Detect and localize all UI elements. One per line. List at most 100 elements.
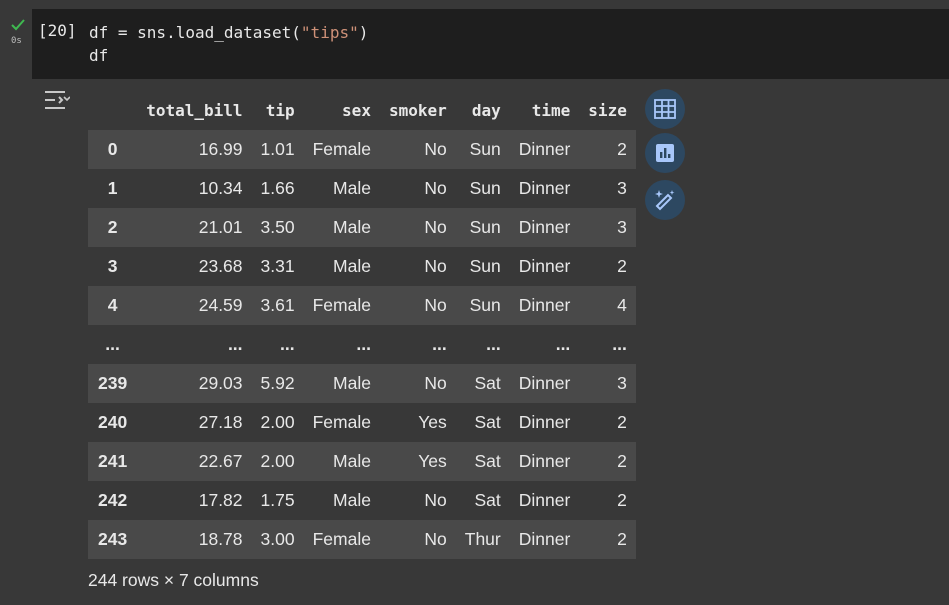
table-cell: ... bbox=[555, 334, 571, 354]
table-cell: 2 bbox=[617, 256, 627, 276]
row-index-cell: 241 bbox=[98, 451, 128, 471]
column-header: total_bill bbox=[137, 91, 252, 130]
table-cell: 10.34 bbox=[198, 178, 243, 198]
table-cell: 23.68 bbox=[198, 256, 243, 276]
table-cell: 1.75 bbox=[260, 490, 295, 510]
table-cell: Sat bbox=[474, 490, 501, 510]
code-line-1-post: ) bbox=[358, 23, 369, 42]
table-row: 242 17.82 1.75 Male No Sat Dinner 2 bbox=[88, 481, 636, 520]
table-cell: Male bbox=[333, 373, 371, 393]
table-cell: Sun bbox=[469, 295, 501, 315]
table-cell: Sun bbox=[469, 178, 501, 198]
table-cell: 1.01 bbox=[260, 139, 295, 159]
column-header: day bbox=[455, 91, 510, 130]
table-cell: No bbox=[424, 529, 447, 549]
row-index-cell: 242 bbox=[98, 490, 128, 510]
chart-suggest-icon bbox=[656, 144, 674, 162]
table-cell: Male bbox=[333, 256, 371, 276]
row-index-cell: 1 bbox=[107, 178, 118, 198]
table-cell: 1.66 bbox=[260, 178, 295, 198]
table-cell: 2 bbox=[617, 139, 627, 159]
table-cell: Thur bbox=[464, 529, 501, 549]
code-line-2: df bbox=[89, 46, 109, 65]
table-row: 243 18.78 3.00 Female No Thur Dinner 2 bbox=[88, 520, 636, 559]
table-cell: Yes bbox=[418, 412, 447, 432]
table-cell: 29.03 bbox=[198, 373, 243, 393]
table-cell: 3 bbox=[617, 217, 627, 237]
cell-gutter: 0s bbox=[0, 0, 32, 80]
table-cell: 24.59 bbox=[198, 295, 243, 315]
table-row: 0 16.99 1.01 Female No Sun Dinner 2 bbox=[88, 130, 636, 169]
code-text[interactable]: df = sns.load_dataset("tips") df bbox=[89, 21, 368, 67]
table-cell: Dinner bbox=[518, 451, 571, 471]
table-cell: Female bbox=[312, 529, 371, 549]
table-cell: Male bbox=[333, 178, 371, 198]
table-cell: Dinner bbox=[518, 490, 571, 510]
table-cell: Male bbox=[333, 490, 371, 510]
table-cell: Dinner bbox=[518, 373, 571, 393]
column-header: time bbox=[509, 91, 580, 130]
table-cell: Dinner bbox=[518, 529, 571, 549]
table-row: 3 23.68 3.31 Male No Sun Dinner 2 bbox=[88, 247, 636, 286]
magic-edit-button[interactable] bbox=[645, 180, 685, 220]
table-cell: ... bbox=[612, 334, 627, 354]
table-cell: No bbox=[424, 490, 447, 510]
table-cell: 3.00 bbox=[260, 529, 295, 549]
column-header: sex bbox=[303, 91, 380, 130]
column-header: tip bbox=[251, 91, 304, 130]
table-cell: Sun bbox=[469, 217, 501, 237]
table-cell: 3.31 bbox=[260, 256, 295, 276]
row-index-cell: 2 bbox=[107, 217, 118, 237]
column-header: smoker bbox=[379, 91, 456, 130]
table-cell: 2 bbox=[617, 490, 627, 510]
code-line-1-pre: df = sns.load_dataset( bbox=[89, 23, 301, 42]
table-cell: Female bbox=[312, 412, 371, 432]
row-index-cell: ... bbox=[105, 334, 120, 354]
table-cell: Sat bbox=[474, 412, 501, 432]
table-row: 2 21.01 3.50 Male No Sun Dinner 3 bbox=[88, 208, 636, 247]
row-index-cell: 239 bbox=[98, 373, 128, 393]
table-cell: Sat bbox=[474, 373, 501, 393]
table-cell: ... bbox=[432, 334, 447, 354]
table-cell: 5.92 bbox=[260, 373, 295, 393]
table-cell: Dinner bbox=[518, 256, 571, 276]
table-cell: Male bbox=[333, 451, 371, 471]
table-cell: No bbox=[424, 256, 447, 276]
table-cell: 2 bbox=[617, 529, 627, 549]
table-cell: 2 bbox=[617, 412, 627, 432]
table-cell: 27.18 bbox=[198, 412, 243, 432]
table-cell: No bbox=[424, 139, 447, 159]
table-cell: 3 bbox=[617, 178, 627, 198]
execution-time: 0s bbox=[11, 36, 22, 46]
table-cell: No bbox=[424, 178, 447, 198]
execution-count: [20] bbox=[38, 21, 77, 40]
table-cell: 2 bbox=[617, 451, 627, 471]
table-cell: 18.78 bbox=[198, 529, 243, 549]
row-index-cell: 240 bbox=[98, 412, 128, 432]
table-row: 4 24.59 3.61 Female No Sun Dinner 4 bbox=[88, 286, 636, 325]
table-cell: 21.01 bbox=[198, 217, 243, 237]
table-cell: Dinner bbox=[518, 178, 571, 198]
table-cell: No bbox=[424, 295, 447, 315]
table-cell: 16.99 bbox=[198, 139, 243, 159]
output-toggle-icon[interactable] bbox=[44, 89, 70, 111]
table-cell: Sun bbox=[469, 139, 501, 159]
suggest-chart-button[interactable] bbox=[645, 133, 685, 173]
table-cell: Male bbox=[333, 217, 371, 237]
table-cell: Female bbox=[312, 139, 371, 159]
table-cell: No bbox=[424, 373, 447, 393]
table-cell: ... bbox=[356, 334, 371, 354]
table-cell: 17.82 bbox=[198, 490, 243, 510]
table-cell: 2.00 bbox=[260, 451, 295, 471]
table-view-button[interactable] bbox=[645, 89, 685, 129]
column-header: size bbox=[579, 91, 636, 130]
table-cell: Dinner bbox=[518, 139, 571, 159]
table-row: 240 27.18 2.00 Female Yes Sat Dinner 2 bbox=[88, 403, 636, 442]
table-cell: ... bbox=[486, 334, 501, 354]
table-view-icon bbox=[654, 99, 676, 119]
dataframe-table: total_bill tip sex smoker day time size … bbox=[88, 91, 636, 559]
table-cell: Dinner bbox=[518, 295, 571, 315]
table-cell: Female bbox=[312, 295, 371, 315]
table-cell: 2.00 bbox=[260, 412, 295, 432]
table-cell: 22.67 bbox=[198, 451, 243, 471]
